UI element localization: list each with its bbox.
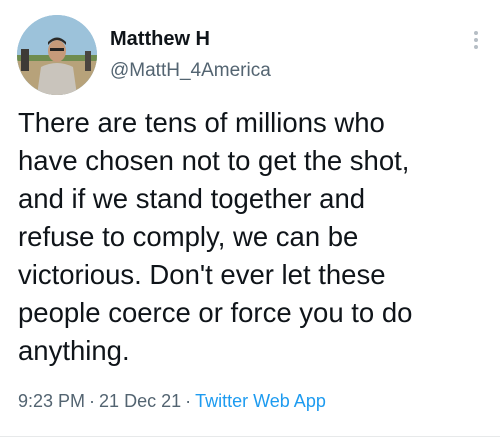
tweet-metadata: 9:23 PM · 21 Dec 21 · Twitter Web App — [18, 391, 326, 412]
tweet-source-link[interactable]: Twitter Web App — [195, 391, 326, 411]
author-display-name[interactable]: Matthew H — [110, 28, 210, 51]
tweet-text: There are tens of millions who have chos… — [18, 107, 413, 366]
author-handle[interactable]: @MattH_4America — [110, 60, 271, 82]
meta-separator: · — [185, 391, 192, 411]
more-dot — [474, 38, 478, 42]
profile-photo-icon — [17, 15, 97, 95]
tweet-time[interactable]: 9:23 PM — [18, 391, 85, 411]
more-dot — [474, 45, 478, 49]
tweet-date[interactable]: 21 Dec 21 — [99, 391, 181, 411]
meta-separator: · — [89, 391, 96, 411]
more-dot — [474, 31, 478, 35]
more-options-icon[interactable] — [466, 26, 486, 54]
tweet-card: Matthew H @MattH_4America There are tens… — [0, 0, 500, 439]
avatar[interactable] — [17, 15, 97, 95]
divider — [0, 436, 500, 437]
